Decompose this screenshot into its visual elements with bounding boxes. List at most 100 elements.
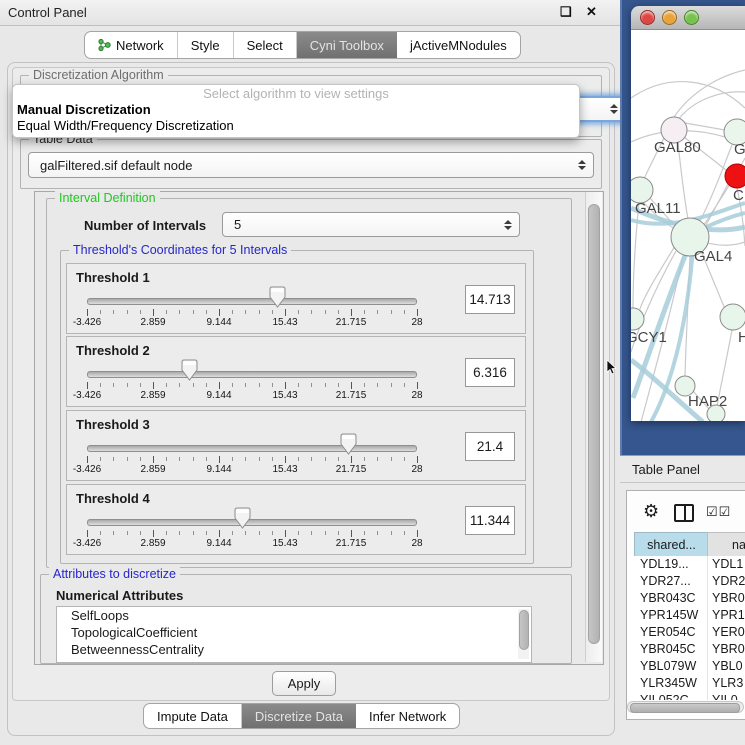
- svg-text:GCY1: GCY1: [631, 329, 667, 346]
- tab-cyni-toolbox[interactable]: Cyni Toolbox: [297, 32, 397, 58]
- zoom-traffic-light[interactable]: [684, 10, 699, 25]
- algorithm-dropdown-popup: Select algorithm to view settings Manual…: [12, 84, 580, 138]
- table-data-selected-value: galFiltered.sif default node: [40, 158, 192, 173]
- table-row[interactable]: YER054CYER0: [628, 624, 745, 641]
- scrollbar-thumb[interactable]: [588, 204, 600, 644]
- combo-arrows-icon: [504, 220, 512, 230]
- slider-thumb[interactable]: [181, 359, 198, 381]
- list-scrollbar[interactable]: [518, 609, 529, 659]
- number-of-intervals-combobox[interactable]: 5: [222, 212, 520, 237]
- slider-thumb[interactable]: [269, 286, 286, 308]
- network-node-node-right-mid: [720, 304, 745, 330]
- network-view-window[interactable]: GAL80GCGAL11GAL4GCY1HHAP2: [631, 6, 745, 421]
- table-panel-title: Table Panel: [632, 462, 700, 477]
- numerical-attributes-label: Numerical Attributes: [56, 588, 183, 603]
- threshold-2-label: Threshold 2: [76, 343, 150, 358]
- tab-network[interactable]: Network: [85, 32, 178, 58]
- svg-text:G: G: [734, 141, 745, 158]
- thresholds-group-label: Threshold's Coordinates for 5 Intervals: [69, 243, 291, 257]
- list-item[interactable]: TopologicalCoefficient: [57, 624, 531, 641]
- table-row[interactable]: YBR043CYBR0: [628, 590, 745, 607]
- svg-text:GAL4: GAL4: [694, 248, 732, 265]
- number-of-intervals-label: Number of Intervals: [84, 218, 206, 233]
- threshold-4-label: Threshold 4: [76, 491, 150, 506]
- network-node-GCY1: [631, 308, 644, 330]
- network-node-node-selected-red: [725, 164, 745, 188]
- dropdown-item-manual-discretization[interactable]: Manual Discretization: [13, 102, 579, 118]
- column-header-name[interactable]: na: [707, 532, 745, 558]
- svg-text:GAL11: GAL11: [635, 200, 681, 217]
- threshold-1-slider[interactable]: -3.4262.8599.14415.4321.71528: [87, 286, 417, 330]
- threshold-3-row: Threshold 3 -3.4262.8599.14415.4321.7152…: [66, 410, 526, 481]
- scrollbar-thumb[interactable]: [630, 703, 740, 713]
- threshold-2-value-field[interactable]: 6.316: [465, 358, 515, 387]
- number-of-intervals-value: 5: [234, 217, 241, 232]
- svg-text:H: H: [738, 329, 745, 346]
- column-visibility-icon[interactable]: [674, 504, 694, 522]
- tab-discretize-data[interactable]: Discretize Data: [242, 704, 356, 728]
- tab-jactivemnodules[interactable]: jActiveMNodules: [397, 32, 520, 58]
- combo-arrows-icon: [578, 160, 586, 170]
- interval-definition-label: Interval Definition: [55, 191, 160, 205]
- close-traffic-light[interactable]: [640, 10, 655, 25]
- select-checkboxes-icon[interactable]: ☑☑: [706, 504, 744, 520]
- threshold-1-row: Threshold 1 -3.4262.8599.14415.4321.7152…: [66, 263, 526, 334]
- table-row[interactable]: YBL079WYBL0: [628, 658, 745, 675]
- threshold-1-label: Threshold 1: [76, 270, 150, 285]
- list-item[interactable]: BetweennessCentrality: [57, 641, 531, 658]
- algorithm-group-label: Discretization Algorithm: [29, 68, 168, 82]
- control-panel-tabs: Network Style Select Cyni Toolbox jActiv…: [84, 31, 521, 59]
- screen: Control Panel ❑ ✕ Network Style Select C…: [0, 0, 745, 745]
- threshold-1-value-field[interactable]: 14.713: [465, 285, 515, 314]
- network-window-titlebar: [631, 6, 745, 30]
- settings-scrollbar[interactable]: [585, 192, 602, 662]
- apply-button[interactable]: Apply: [272, 671, 336, 696]
- threshold-4-slider[interactable]: -3.4262.8599.14415.4321.71528: [87, 507, 417, 551]
- threshold-3-slider[interactable]: -3.4262.8599.14415.4321.71528: [87, 433, 417, 477]
- table-row[interactable]: YPR145WYPR1: [628, 607, 745, 624]
- network-canvas[interactable]: GAL80GCGAL11GAL4GCY1HHAP2: [631, 30, 745, 421]
- tab-network-label: Network: [116, 38, 164, 53]
- table-row[interactable]: YDL19...YDL1: [628, 556, 745, 573]
- tab-style[interactable]: Style: [178, 32, 234, 58]
- list-item[interactable]: SelfLoops: [57, 607, 531, 624]
- numerical-attributes-list[interactable]: SelfLoops TopologicalCoefficient Between…: [56, 606, 532, 663]
- slider-thumb[interactable]: [234, 507, 251, 529]
- close-icon[interactable]: ✕: [586, 4, 597, 20]
- combo-arrows-icon: [610, 104, 618, 114]
- svg-text:GAL80: GAL80: [654, 139, 701, 156]
- threshold-3-value-field[interactable]: 21.4: [465, 432, 515, 461]
- network-icon: [98, 38, 111, 52]
- threshold-3-label: Threshold 3: [76, 417, 150, 432]
- minimize-traffic-light[interactable]: [662, 10, 677, 25]
- threshold-4-value-field[interactable]: 11.344: [465, 506, 515, 535]
- attributes-group-label: Attributes to discretize: [49, 567, 180, 581]
- threshold-2-slider[interactable]: -3.4262.8599.14415.4321.71528: [87, 359, 417, 403]
- tab-select[interactable]: Select: [234, 32, 297, 58]
- panel-title: Control Panel: [8, 5, 87, 20]
- table-horizontal-scrollbar[interactable]: [627, 701, 744, 713]
- tab-impute-data[interactable]: Impute Data: [144, 704, 242, 728]
- table-settings-gear-icon[interactable]: ⚙: [643, 502, 659, 520]
- threshold-2-row: Threshold 2 -3.4262.8599.14415.4321.7152…: [66, 336, 526, 407]
- bottom-tabs: Impute Data Discretize Data Infer Networ…: [143, 703, 460, 729]
- column-header-shared-name[interactable]: shared...: [634, 532, 709, 558]
- dropdown-item-equal-width-frequency[interactable]: Equal Width/Frequency Discretization: [13, 118, 579, 134]
- tab-infer-network[interactable]: Infer Network: [356, 704, 459, 728]
- dropdown-placeholder-item[interactable]: Select algorithm to view settings: [13, 85, 579, 102]
- network-node-node-bottom-partial: [707, 405, 725, 421]
- table-row[interactable]: YLR345WYLR3: [628, 675, 745, 692]
- table-panel-titlebar: Table Panel: [620, 455, 745, 483]
- table-row[interactable]: YBR045CYBR0: [628, 641, 745, 658]
- table-row[interactable]: YDR27...YDR2: [628, 573, 745, 590]
- threshold-4-row: Threshold 4 -3.4262.8599.14415.4321.7152…: [66, 484, 526, 555]
- scrollbar-thumb[interactable]: [519, 610, 529, 650]
- table-row[interactable]: YIL052CYIL0: [628, 692, 745, 700]
- table-data-combobox[interactable]: galFiltered.sif default node: [28, 152, 594, 178]
- mouse-cursor: [606, 360, 617, 375]
- slider-thumb[interactable]: [340, 433, 357, 455]
- table-rows: YDL19...YDL1 YDR27...YDR2 YBR043CYBR0 YP…: [628, 556, 745, 700]
- float-window-icon[interactable]: ❑: [560, 4, 572, 20]
- control-panel-titlebar: Control Panel ❑ ✕: [0, 0, 620, 26]
- svg-text:C: C: [733, 187, 744, 204]
